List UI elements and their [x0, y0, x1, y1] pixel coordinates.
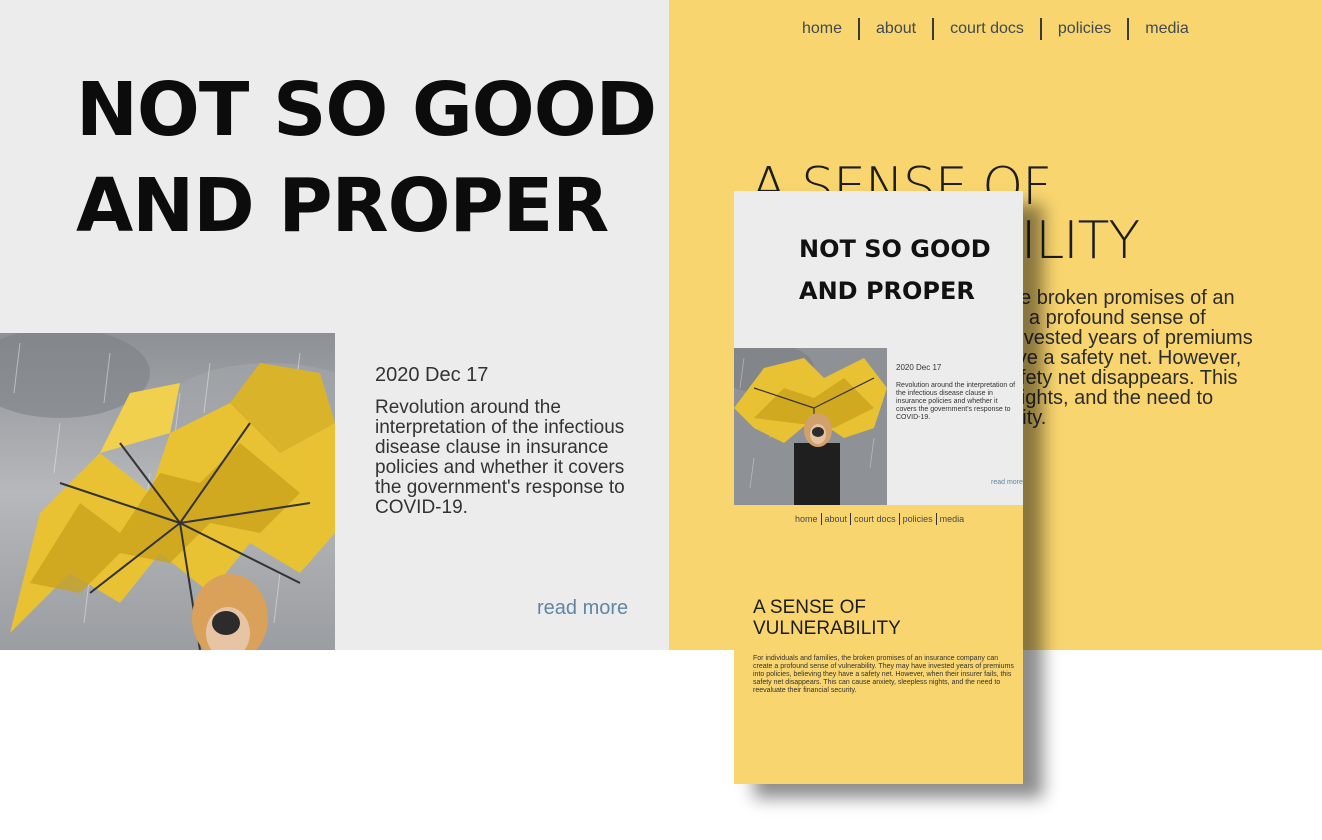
mobile-section-title-line-2: VULNERABILITY — [753, 618, 901, 639]
site-title-line-2: AND PROPER — [76, 163, 609, 249]
mobile-nav-divider — [935, 513, 937, 525]
mobile-section-title: A SENSE OF VULNERABILITY — [753, 597, 901, 639]
mobile-section-body: For individuals and families, the broken… — [753, 655, 1014, 694]
mobile-post-date: 2020 Dec 17 — [896, 363, 942, 372]
nav-home[interactable]: home — [802, 20, 842, 38]
main-nav: home about court docs policies media — [802, 18, 1189, 40]
mobile-site-title-line-2: AND PROPER — [799, 277, 975, 305]
mobile-preview: NOT SO GOOD AND PROPER 2020 Dec 17 Revol… — [734, 191, 1023, 784]
mobile-nav-divider — [820, 513, 822, 525]
mobile-nav-divider — [850, 513, 852, 525]
read-more-link[interactable]: read more — [537, 597, 628, 620]
nav-divider — [1127, 18, 1130, 40]
mobile-nav-about[interactable]: about — [825, 514, 848, 524]
nav-divider — [1039, 18, 1042, 40]
mobile-nav-policies[interactable]: policies — [903, 514, 933, 524]
nav-policies[interactable]: policies — [1058, 20, 1111, 38]
post-date: 2020 Dec 17 — [375, 364, 489, 386]
mobile-umbrella-photo — [734, 348, 887, 505]
mobile-nav-home[interactable]: home — [795, 514, 818, 524]
mobile-post-excerpt: Revolution around the interpretation of … — [896, 382, 1016, 421]
mobile-nav-court-docs[interactable]: court docs — [854, 514, 896, 524]
mobile-read-more-link[interactable]: read more — [991, 479, 1023, 486]
umbrella-photo — [0, 333, 335, 650]
post-excerpt: Revolution around the interpretation of … — [375, 397, 625, 518]
mobile-site-title-line-1: NOT SO GOOD — [799, 235, 991, 263]
mobile-hero: NOT SO GOOD AND PROPER 2020 Dec 17 Revol… — [734, 191, 1023, 505]
nav-divider — [858, 18, 861, 40]
mobile-site-title: NOT SO GOOD AND PROPER — [799, 228, 991, 312]
site-title-line-1: NOT SO GOOD — [76, 67, 657, 153]
mobile-nav-media[interactable]: media — [940, 514, 965, 524]
site-title: NOT SO GOOD AND PROPER — [76, 62, 657, 254]
mobile-section-title-line-1: A SENSE OF — [753, 597, 866, 618]
nav-media[interactable]: media — [1145, 20, 1189, 38]
nav-about[interactable]: about — [876, 20, 916, 38]
mobile-nav-divider — [898, 513, 900, 525]
nav-divider — [932, 18, 935, 40]
nav-court-docs[interactable]: court docs — [950, 20, 1024, 38]
hero-panel: NOT SO GOOD AND PROPER 2020 Dec 17 Revol… — [0, 0, 669, 650]
mobile-nav: home about court docs policies media — [795, 513, 964, 525]
